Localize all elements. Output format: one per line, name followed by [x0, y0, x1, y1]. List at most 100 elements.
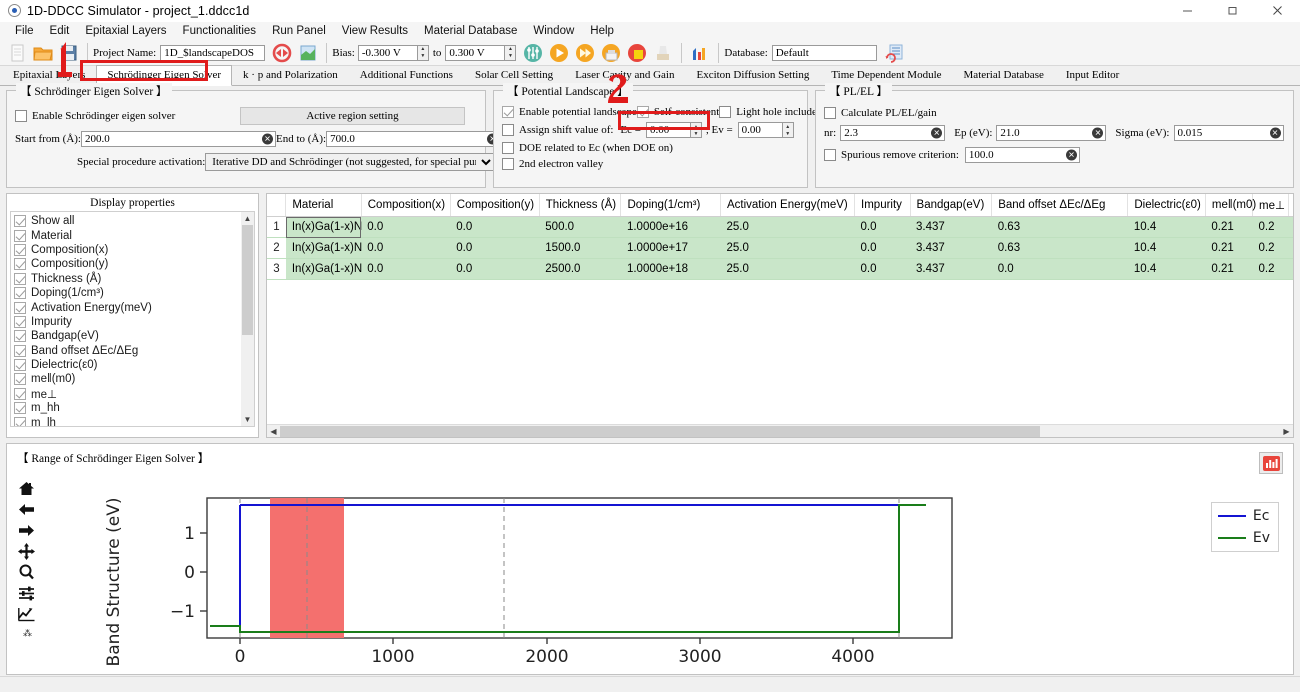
- forward-arrow-icon[interactable]: [14, 520, 38, 540]
- menu-file[interactable]: File: [7, 22, 42, 40]
- display-properties-scrollbar[interactable]: ▲ ▼: [241, 212, 254, 426]
- cell-impurity[interactable]: 0.0: [854, 237, 911, 259]
- col-material[interactable]: Material: [285, 194, 362, 217]
- cell-thickness[interactable]: 1500.0: [539, 237, 621, 259]
- edit-curve-icon[interactable]: [14, 604, 38, 624]
- save-disk-icon[interactable]: [58, 42, 80, 64]
- database-input[interactable]: [771, 44, 877, 61]
- band-structure-plot[interactable]: Band Structure (eV) 1 0 −1 0 1000 2000 3…: [47, 472, 1285, 670]
- cell-band-offset[interactable]: 0.0: [991, 258, 1128, 280]
- table-horizontal-scrollbar[interactable]: ◀ ▶: [267, 424, 1293, 437]
- menu-edit[interactable]: Edit: [42, 22, 78, 40]
- cell-dielectric[interactable]: 10.4: [1127, 237, 1206, 259]
- scroll-down-icon[interactable]: ▼: [241, 413, 254, 426]
- special-procedure-select[interactable]: Iterative DD and Schrödinger (not sugges…: [205, 153, 496, 171]
- cell-me-par[interactable]: 0.21: [1205, 258, 1253, 280]
- display-prop-checkbox[interactable]: [14, 373, 26, 386]
- display-prop-checkbox[interactable]: [14, 344, 26, 357]
- menu-help[interactable]: Help: [582, 22, 622, 40]
- scroll-right-icon[interactable]: ▶: [1280, 427, 1293, 436]
- ev-input[interactable]: [737, 122, 783, 138]
- self-consistent-checkbox[interactable]: [636, 106, 649, 118]
- home-icon[interactable]: [14, 478, 38, 498]
- cell-me-perp[interactable]: 0.2: [1252, 258, 1289, 280]
- col-m-hh[interactable]: m_hh: [1288, 194, 1293, 217]
- cell-bandgap[interactable]: 3.437: [910, 237, 992, 259]
- open-folder-icon[interactable]: [32, 42, 54, 64]
- menu-epitaxial-layers[interactable]: Epitaxial Layers: [77, 22, 174, 40]
- cell-bandgap[interactable]: 3.437: [910, 216, 992, 238]
- zoom-magnifier-icon[interactable]: [14, 562, 38, 582]
- scroll-up-icon[interactable]: ▲: [241, 212, 254, 225]
- ec-stepper[interactable]: ▲▼: [645, 122, 702, 138]
- tab-input-editor[interactable]: Input Editor: [1055, 65, 1130, 86]
- cell-me-par[interactable]: 0.21: [1205, 216, 1253, 238]
- cell-composition-x[interactable]: 0.0: [361, 258, 451, 280]
- run-fast-forward-icon[interactable]: [574, 42, 596, 64]
- cell-activation-energy[interactable]: 25.0: [720, 216, 855, 238]
- col-doping[interactable]: Doping(1/cm³): [620, 194, 721, 217]
- cell-composition-y[interactable]: 0.0: [450, 258, 540, 280]
- clear-start-icon[interactable]: ✕: [261, 133, 273, 145]
- settings-mix-icon[interactable]: [522, 42, 544, 64]
- col-activation-energy[interactable]: Activation Energy(meV): [720, 194, 856, 217]
- display-prop-checkbox[interactable]: [14, 416, 26, 426]
- cell-m-hh[interactable]: 1.87: [1288, 216, 1293, 238]
- cell-me-perp[interactable]: 0.2: [1252, 216, 1289, 238]
- display-prop-checkbox[interactable]: [14, 215, 26, 228]
- bias-to-input[interactable]: [445, 44, 506, 61]
- nr-input[interactable]: [840, 125, 946, 141]
- end-to-input[interactable]: [326, 131, 502, 147]
- scrollbar-thumb[interactable]: [242, 225, 253, 335]
- display-properties-list[interactable]: Show all Material Composition(x) Composi…: [10, 211, 255, 427]
- minimize-button[interactable]: [1165, 0, 1210, 22]
- cell-composition-y[interactable]: 0.0: [450, 237, 540, 259]
- cell-dielectric[interactable]: 10.4: [1127, 258, 1206, 280]
- scroll-left-icon[interactable]: ◀: [267, 427, 280, 436]
- table-row[interactable]: 1 In(x)Ga(1-x)N 0.0 0.0 500.0 1.0000e+16…: [267, 216, 1293, 238]
- display-prop-checkbox[interactable]: [14, 272, 26, 285]
- menu-run-panel[interactable]: Run Panel: [264, 22, 334, 40]
- cell-material[interactable]: In(x)Ga(1-x)N: [285, 237, 362, 259]
- cell-activation-energy[interactable]: 25.0: [720, 258, 855, 280]
- ep-field[interactable]: ✕: [996, 125, 1107, 141]
- col-impurity[interactable]: Impurity: [854, 194, 911, 217]
- cell-material[interactable]: In(x)Ga(1-x)N: [285, 216, 362, 238]
- bar-chart-icon[interactable]: [689, 42, 711, 64]
- second-electron-valley-checkbox[interactable]: [502, 158, 514, 170]
- cell-m-hh[interactable]: 1.87: [1288, 237, 1293, 259]
- cell-impurity[interactable]: 0.0: [854, 258, 911, 280]
- scrollbar-thumb[interactable]: [280, 425, 1040, 437]
- ev-stepper[interactable]: ▲▼: [737, 122, 794, 138]
- spurious-input[interactable]: [964, 147, 1080, 163]
- cell-doping[interactable]: 1.0000e+16: [620, 216, 721, 238]
- bias-from-stepper[interactable]: ▲▼: [357, 44, 429, 61]
- bias-to-stepper[interactable]: ▲▼: [445, 44, 517, 61]
- chart-export-icon[interactable]: [1259, 452, 1283, 474]
- cell-me-perp[interactable]: 0.2: [1252, 237, 1289, 259]
- tab-additional-functions[interactable]: Additional Functions: [349, 65, 464, 86]
- enable-potential-landscape-checkbox[interactable]: [502, 106, 514, 118]
- cell-composition-x[interactable]: 0.0: [361, 216, 451, 238]
- clear-sigma-icon[interactable]: ✕: [1269, 127, 1281, 139]
- col-me-par[interactable]: me‖(m0): [1205, 194, 1256, 217]
- stop-overlay-icon[interactable]: [626, 42, 648, 64]
- cell-bandgap[interactable]: 3.437: [910, 258, 992, 280]
- display-prop-checkbox[interactable]: [14, 387, 26, 400]
- display-prop-checkbox[interactable]: [14, 315, 26, 328]
- cell-composition-x[interactable]: 0.0: [361, 237, 451, 259]
- display-prop-checkbox[interactable]: [14, 243, 26, 256]
- run-play-icon[interactable]: [548, 42, 570, 64]
- import-window-icon[interactable]: [297, 42, 319, 64]
- clear-nr-icon[interactable]: ✕: [931, 127, 943, 139]
- cell-thickness[interactable]: 2500.0: [539, 258, 621, 280]
- cell-band-offset[interactable]: 0.63: [991, 216, 1128, 238]
- active-region-setting-button[interactable]: Active region setting: [240, 107, 465, 125]
- enable-schrodinger-checkbox[interactable]: [15, 110, 27, 122]
- table-row[interactable]: 2 In(x)Ga(1-x)N 0.0 0.0 1500.0 1.0000e+1…: [267, 237, 1293, 259]
- menu-view-results[interactable]: View Results: [334, 22, 416, 40]
- collapse-handle-icon[interactable]: ⁂: [14, 625, 38, 641]
- menu-material-database[interactable]: Material Database: [416, 22, 525, 40]
- display-prop-checkbox[interactable]: [14, 301, 26, 314]
- database-refresh-icon[interactable]: [884, 42, 906, 64]
